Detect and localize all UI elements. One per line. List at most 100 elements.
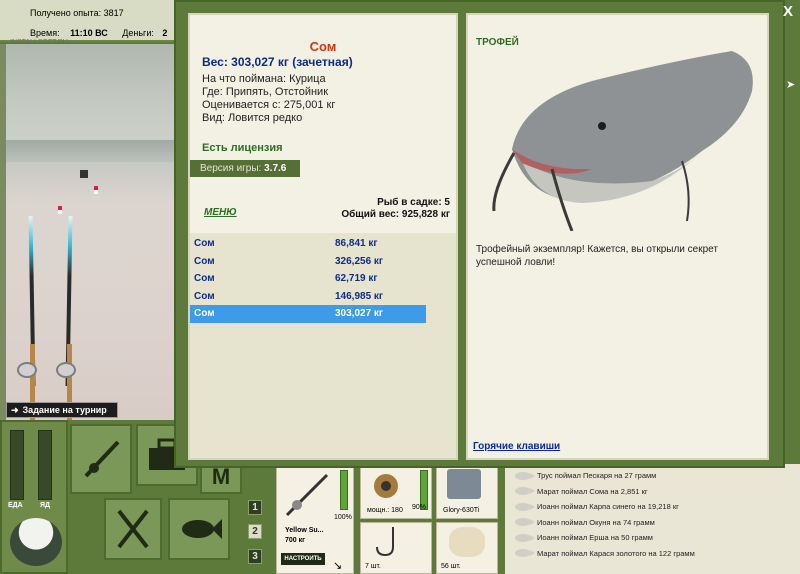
arrow-right-icon: ➜ <box>11 404 19 415</box>
money-value: 2 <box>162 28 168 38</box>
catch-weight: 62,719 кг <box>335 273 378 285</box>
log-entry: Марат поймал Сома на 2,851 кг <box>505 484 800 500</box>
catch-row[interactable]: Сом 326,256 кг <box>190 253 456 271</box>
status-panel: ЕДА ЯД <box>0 420 68 574</box>
version-label: Версия игры: <box>200 163 262 174</box>
catch-log: Трус поймал Пескаря на 27 грамм Марат по… <box>503 464 800 574</box>
far-shore <box>6 140 176 162</box>
experience-label: Получено опыта: 3817 <box>30 8 124 18</box>
version-value: 3.7.6 <box>264 163 287 174</box>
catch-name: Сом <box>194 308 215 320</box>
hook-icon <box>376 527 394 557</box>
license-status: Есть лицензия <box>202 142 283 154</box>
fishing-line-icon <box>447 469 481 499</box>
catch-weight: 303,027 кг <box>335 308 384 320</box>
log-text: Марат поймал Карася золотого на 122 грам… <box>537 548 695 558</box>
time-label: Время: <box>30 28 60 38</box>
money-label: Деньги: <box>122 28 154 38</box>
fishing-scene[interactable]: ➜ Задание на турнир <box>0 44 176 420</box>
scene-border <box>0 44 6 420</box>
hotkeys-link[interactable]: Горячие клавиши <box>473 441 560 452</box>
valued-from: Оценивается с: 275,001 кг <box>202 99 336 111</box>
line-slot[interactable]: Glory-630Ti <box>436 464 498 519</box>
slot-3-button[interactable]: 3 <box>248 549 262 564</box>
fish-icon <box>515 502 535 511</box>
rod-durability-bar <box>340 470 348 510</box>
game-version: Версия игры: 3.7.6 <box>190 160 300 177</box>
catch-row[interactable]: Сом 86,841 кг <box>190 235 456 253</box>
catch-name: Сом <box>194 290 215 302</box>
log-text: Иоанн поймал Ерша на 50 грамм <box>537 533 653 543</box>
float-icon[interactable] <box>94 186 98 194</box>
log-entry: Иоанн поймал Карпа синего на 19,218 кг <box>505 499 800 515</box>
catch-row[interactable]: Сом 146,985 кг <box>190 288 456 306</box>
catch-list[interactable]: Сом 86,841 кг Сом 326,256 кг Сом 62,719 кг … <box>190 233 456 458</box>
log-entry: Иоанн поймал Окуня на 74 грамм <box>505 515 800 531</box>
hook-slot[interactable]: 7 шт. <box>360 522 432 574</box>
slot-1-button[interactable]: 1 <box>248 500 262 515</box>
catch-name: Сом <box>194 273 215 285</box>
reel-percent: 90% <box>412 504 427 511</box>
time-value: 11:10 ВС <box>70 28 108 38</box>
cursor-icon: ➤ <box>786 79 796 91</box>
catch-name: Сом <box>194 255 215 267</box>
bite-meter <box>38 430 52 500</box>
log-text: Трус поймал Пескаря на 27 грамм <box>537 471 657 481</box>
food-meter <box>10 430 24 500</box>
close-icon[interactable]: X <box>780 4 796 20</box>
catch-weight: 326,256 кг <box>335 255 384 267</box>
buoy-icon <box>80 170 88 178</box>
reel-icon[interactable] <box>56 362 76 378</box>
catch-row-selected[interactable]: Сом 303,027 кг <box>190 305 426 323</box>
rod-reel-icon <box>84 440 120 478</box>
trophy-panel: ТРОФЕЙ Трофейный экземпляр! Кажется, вы … <box>466 13 769 460</box>
rod-percent: 100% <box>334 514 352 521</box>
food-button[interactable] <box>104 498 162 560</box>
tournament-task-button[interactable]: ➜ Задание на турнир <box>6 402 118 418</box>
log-text: Марат поймал Сома на 2,851 кг <box>537 486 648 496</box>
fish-icon <box>515 533 535 542</box>
catch-location: Где: Припять, Отстойник <box>202 86 329 98</box>
reel-power: мощн.: 180 <box>367 507 403 514</box>
fish-icon <box>515 518 535 527</box>
fish-icon <box>182 519 222 539</box>
log-entry: Марат поймал Карася золотого на 122 грам… <box>505 546 800 562</box>
slot-2-button[interactable]: 2 <box>248 524 262 539</box>
fish-info-panel: Сом Вес: 303,027 кг (зачетная) На что по… <box>188 13 458 460</box>
tournament-task-label: Задание на турнир <box>22 405 107 415</box>
tackle-button[interactable] <box>70 424 132 494</box>
fish-name: Сом <box>309 39 337 54</box>
catch-row[interactable]: Сом 62,719 кг <box>190 270 456 288</box>
fish-icon <box>515 487 535 496</box>
expand-arrow-icon[interactable]: ↘ <box>333 559 342 572</box>
time-money-row: Время: 11:10 ВС Деньги: 2 <box>30 28 167 38</box>
reel-icon[interactable] <box>17 362 37 378</box>
fish-icon <box>515 471 535 480</box>
catfish-image <box>492 51 753 231</box>
chicken-bait-icon <box>449 527 485 557</box>
bite-label: ЯД <box>40 502 51 509</box>
bait-count: 56 шт. <box>441 563 461 570</box>
fish-in-net: Рыб в садке: 5 <box>377 197 450 208</box>
rod-weight: 700 кг <box>285 537 306 544</box>
log-entry: Иоанн поймал Ерша на 50 грамм <box>505 530 800 546</box>
rod-name: Yellow Su... <box>285 527 324 534</box>
float-icon[interactable] <box>58 206 62 214</box>
tune-button[interactable]: НАСТРОИТЬ <box>281 553 325 565</box>
line-name: Glory-630Ti <box>443 507 480 514</box>
trophy-message: Трофейный экземпляр! Кажется, вы открыли… <box>476 244 718 268</box>
menu-link[interactable]: МЕНЮ <box>204 207 237 218</box>
log-text: Иоанн поймал Карпа синего на 19,218 кг <box>537 502 679 512</box>
fish-weight: Вес: 303,027 кг (зачетная) <box>202 55 353 69</box>
fish-catch-button[interactable] <box>168 498 230 560</box>
catch-weight: 146,985 кг <box>335 290 384 302</box>
catch-name: Сом <box>194 238 215 250</box>
bait-slot[interactable]: 56 шт. <box>436 522 498 574</box>
cauldron-icon[interactable] <box>10 518 62 566</box>
fish-icon <box>515 549 535 558</box>
caught-on: На что поймана: Курица <box>202 73 326 85</box>
spinning-reel-icon <box>374 474 398 498</box>
rod-icon <box>285 473 329 517</box>
total-weight: Общий вес: 925,828 кг <box>341 209 450 220</box>
log-entry: Трус поймал Пескаря на 27 грамм <box>505 468 800 484</box>
